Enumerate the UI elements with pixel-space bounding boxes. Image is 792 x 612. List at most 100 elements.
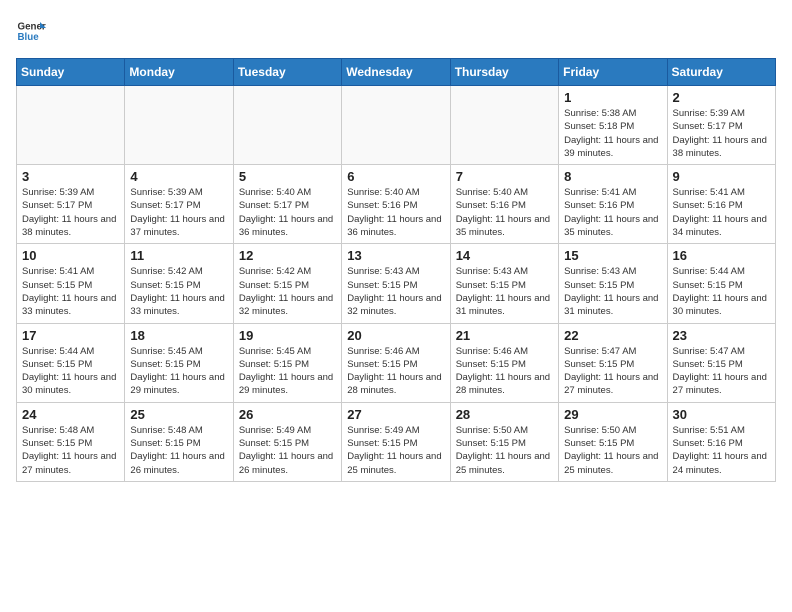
day-info: Sunrise: 5:39 AM Sunset: 5:17 PM Dayligh… [22,186,119,239]
day-cell: 3 Sunrise: 5:39 AM Sunset: 5:17 PM Daylig… [17,165,125,244]
day-info: Sunrise: 5:43 AM Sunset: 5:15 PM Dayligh… [564,265,661,318]
weekday-header-tuesday: Tuesday [233,59,341,86]
day-cell: 22 Sunrise: 5:47 AM Sunset: 5:15 PM Dayli… [559,323,667,402]
day-number: 9 [673,169,770,184]
day-number: 3 [22,169,119,184]
week-row-5: 24 Sunrise: 5:48 AM Sunset: 5:15 PM Dayli… [17,402,776,481]
weekday-header-thursday: Thursday [450,59,558,86]
day-number: 27 [347,407,444,422]
day-info: Sunrise: 5:39 AM Sunset: 5:17 PM Dayligh… [130,186,227,239]
day-info: Sunrise: 5:50 AM Sunset: 5:15 PM Dayligh… [564,424,661,477]
day-number: 29 [564,407,661,422]
day-info: Sunrise: 5:40 AM Sunset: 5:17 PM Dayligh… [239,186,336,239]
day-number: 22 [564,328,661,343]
day-info: Sunrise: 5:42 AM Sunset: 5:15 PM Dayligh… [130,265,227,318]
week-row-4: 17 Sunrise: 5:44 AM Sunset: 5:15 PM Dayli… [17,323,776,402]
day-cell [233,86,341,165]
day-number: 7 [456,169,553,184]
day-info: Sunrise: 5:45 AM Sunset: 5:15 PM Dayligh… [130,345,227,398]
day-info: Sunrise: 5:43 AM Sunset: 5:15 PM Dayligh… [347,265,444,318]
week-row-2: 3 Sunrise: 5:39 AM Sunset: 5:17 PM Daylig… [17,165,776,244]
day-info: Sunrise: 5:46 AM Sunset: 5:15 PM Dayligh… [347,345,444,398]
day-info: Sunrise: 5:44 AM Sunset: 5:15 PM Dayligh… [22,345,119,398]
day-number: 24 [22,407,119,422]
day-info: Sunrise: 5:40 AM Sunset: 5:16 PM Dayligh… [347,186,444,239]
day-info: Sunrise: 5:39 AM Sunset: 5:17 PM Dayligh… [673,107,770,160]
day-info: Sunrise: 5:46 AM Sunset: 5:15 PM Dayligh… [456,345,553,398]
day-cell: 27 Sunrise: 5:49 AM Sunset: 5:15 PM Dayli… [342,402,450,481]
day-number: 5 [239,169,336,184]
weekday-header-row: SundayMondayTuesdayWednesdayThursdayFrid… [17,59,776,86]
day-info: Sunrise: 5:50 AM Sunset: 5:15 PM Dayligh… [456,424,553,477]
weekday-header-wednesday: Wednesday [342,59,450,86]
day-cell: 30 Sunrise: 5:51 AM Sunset: 5:16 PM Dayli… [667,402,775,481]
day-number: 6 [347,169,444,184]
day-cell: 20 Sunrise: 5:46 AM Sunset: 5:15 PM Dayli… [342,323,450,402]
day-number: 30 [673,407,770,422]
day-number: 17 [22,328,119,343]
day-cell: 26Sunrise: 5:49 AM Sunset: 5:15 PM Dayli… [233,402,341,481]
day-cell: 8Sunrise: 5:41 AM Sunset: 5:16 PM Daylig… [559,165,667,244]
weekday-header-friday: Friday [559,59,667,86]
day-cell: 14 Sunrise: 5:43 AM Sunset: 5:15 PM Dayli… [450,244,558,323]
day-cell: 11 Sunrise: 5:42 AM Sunset: 5:15 PM Dayli… [125,244,233,323]
day-cell: 21 Sunrise: 5:46 AM Sunset: 5:15 PM Dayli… [450,323,558,402]
logo: General Blue [16,16,46,46]
day-number: 10 [22,248,119,263]
day-info: Sunrise: 5:40 AM Sunset: 5:16 PM Dayligh… [456,186,553,239]
day-cell: 15 Sunrise: 5:43 AM Sunset: 5:15 PM Dayli… [559,244,667,323]
day-info: Sunrise: 5:45 AM Sunset: 5:15 PM Dayligh… [239,345,336,398]
day-number: 19 [239,328,336,343]
day-cell: 5 Sunrise: 5:40 AM Sunset: 5:17 PM Daylig… [233,165,341,244]
weekday-header-sunday: Sunday [17,59,125,86]
day-cell: 23Sunrise: 5:47 AM Sunset: 5:15 PM Dayli… [667,323,775,402]
day-number: 16 [673,248,770,263]
day-cell: 28 Sunrise: 5:50 AM Sunset: 5:15 PM Dayli… [450,402,558,481]
day-cell: 4 Sunrise: 5:39 AM Sunset: 5:17 PM Daylig… [125,165,233,244]
day-cell: 7 Sunrise: 5:40 AM Sunset: 5:16 PM Daylig… [450,165,558,244]
week-row-3: 10 Sunrise: 5:41 AM Sunset: 5:15 PM Dayli… [17,244,776,323]
day-number: 15 [564,248,661,263]
day-cell: 13Sunrise: 5:43 AM Sunset: 5:15 PM Dayli… [342,244,450,323]
day-cell: 2 Sunrise: 5:39 AM Sunset: 5:17 PM Daylig… [667,86,775,165]
day-cell: 18 Sunrise: 5:45 AM Sunset: 5:15 PM Dayli… [125,323,233,402]
day-cell [125,86,233,165]
day-info: Sunrise: 5:38 AM Sunset: 5:18 PM Dayligh… [564,107,661,160]
day-cell: 12Sunrise: 5:42 AM Sunset: 5:15 PM Dayli… [233,244,341,323]
day-number: 28 [456,407,553,422]
day-cell: 6 Sunrise: 5:40 AM Sunset: 5:16 PM Daylig… [342,165,450,244]
day-info: Sunrise: 5:47 AM Sunset: 5:15 PM Dayligh… [564,345,661,398]
day-info: Sunrise: 5:44 AM Sunset: 5:15 PM Dayligh… [673,265,770,318]
day-info: Sunrise: 5:47 AM Sunset: 5:15 PM Dayligh… [673,345,770,398]
day-number: 1 [564,90,661,105]
day-info: Sunrise: 5:49 AM Sunset: 5:15 PM Dayligh… [347,424,444,477]
page-header: General Blue [16,16,776,46]
day-cell: 1 Sunrise: 5:38 AM Sunset: 5:18 PM Daylig… [559,86,667,165]
day-number: 8 [564,169,661,184]
day-info: Sunrise: 5:41 AM Sunset: 5:15 PM Dayligh… [22,265,119,318]
day-cell: 29 Sunrise: 5:50 AM Sunset: 5:15 PM Dayli… [559,402,667,481]
day-cell: 24 Sunrise: 5:48 AM Sunset: 5:15 PM Dayli… [17,402,125,481]
day-number: 25 [130,407,227,422]
day-number: 11 [130,248,227,263]
day-cell [342,86,450,165]
day-cell: 9Sunrise: 5:41 AM Sunset: 5:16 PM Daylig… [667,165,775,244]
day-number: 2 [673,90,770,105]
day-info: Sunrise: 5:49 AM Sunset: 5:15 PM Dayligh… [239,424,336,477]
svg-text:Blue: Blue [18,32,40,43]
day-cell: 19 Sunrise: 5:45 AM Sunset: 5:15 PM Dayli… [233,323,341,402]
day-number: 18 [130,328,227,343]
day-cell: 17 Sunrise: 5:44 AM Sunset: 5:15 PM Dayli… [17,323,125,402]
day-info: Sunrise: 5:48 AM Sunset: 5:15 PM Dayligh… [22,424,119,477]
day-number: 14 [456,248,553,263]
week-row-1: 1 Sunrise: 5:38 AM Sunset: 5:18 PM Daylig… [17,86,776,165]
day-number: 21 [456,328,553,343]
day-number: 20 [347,328,444,343]
day-cell: 10 Sunrise: 5:41 AM Sunset: 5:15 PM Dayli… [17,244,125,323]
day-info: Sunrise: 5:51 AM Sunset: 5:16 PM Dayligh… [673,424,770,477]
day-number: 12 [239,248,336,263]
weekday-header-saturday: Saturday [667,59,775,86]
day-info: Sunrise: 5:43 AM Sunset: 5:15 PM Dayligh… [456,265,553,318]
calendar-table: SundayMondayTuesdayWednesdayThursdayFrid… [16,58,776,482]
day-number: 4 [130,169,227,184]
